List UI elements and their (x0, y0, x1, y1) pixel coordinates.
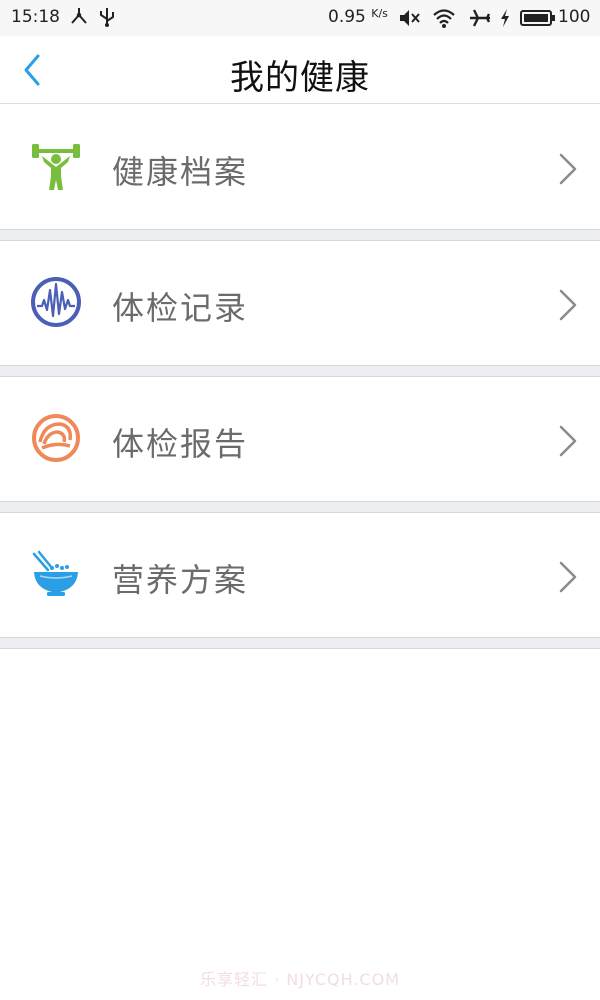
chevron-right-icon (559, 561, 577, 593)
menu-item-health-records[interactable]: 健康档案 (0, 105, 600, 230)
chevron-right-icon (559, 425, 577, 457)
section-separator (0, 230, 600, 241)
menu-item-label: 健康档案 (112, 153, 249, 191)
airplane-mode-icon (470, 9, 491, 27)
menu-item-checkup-report[interactable]: 体检报告 (0, 377, 600, 502)
heartbeat-wave-icon (31, 277, 81, 327)
mute-icon (400, 10, 420, 26)
usb-icon (100, 8, 114, 27)
chevron-right-icon (559, 153, 577, 185)
menu-item-label: 体检报告 (112, 425, 249, 463)
chevron-right-icon (559, 289, 577, 321)
watermark-text: 乐享轻汇 · NJYCQH.COM (199, 970, 401, 989)
status-bar: 15:18 0.95 K/s 100 (0, 0, 600, 36)
net-speed: 0.95 K/s (328, 7, 388, 27)
share-hub-icon (71, 8, 87, 24)
menu-item-label: 体检记录 (112, 289, 249, 327)
battery-level: 100 (558, 7, 591, 27)
section-separator (0, 638, 600, 649)
wifi-icon (433, 9, 455, 28)
section-separator (0, 502, 600, 513)
net-speed-value: 0.95 (328, 7, 366, 27)
charging-icon (501, 9, 509, 27)
battery-icon (520, 10, 555, 26)
menu-item-nutrition-plan[interactable]: 营养方案 (0, 513, 600, 638)
status-time: 15:18 (11, 7, 60, 27)
section-separator (0, 366, 600, 377)
fitness-icon (32, 144, 80, 190)
menu-item-label: 营养方案 (112, 561, 249, 599)
page-title: 我的健康 (230, 58, 370, 98)
rice-bowl-icon (32, 550, 78, 596)
health-menu-list: 健康档案 体检记录 体检报告 营养方案 (0, 105, 600, 649)
net-speed-unit: K/s (371, 7, 388, 20)
title-bar: 我的健康 (0, 36, 600, 104)
menu-item-checkup-records[interactable]: 体检记录 (0, 241, 600, 366)
report-swirl-icon (32, 414, 80, 462)
